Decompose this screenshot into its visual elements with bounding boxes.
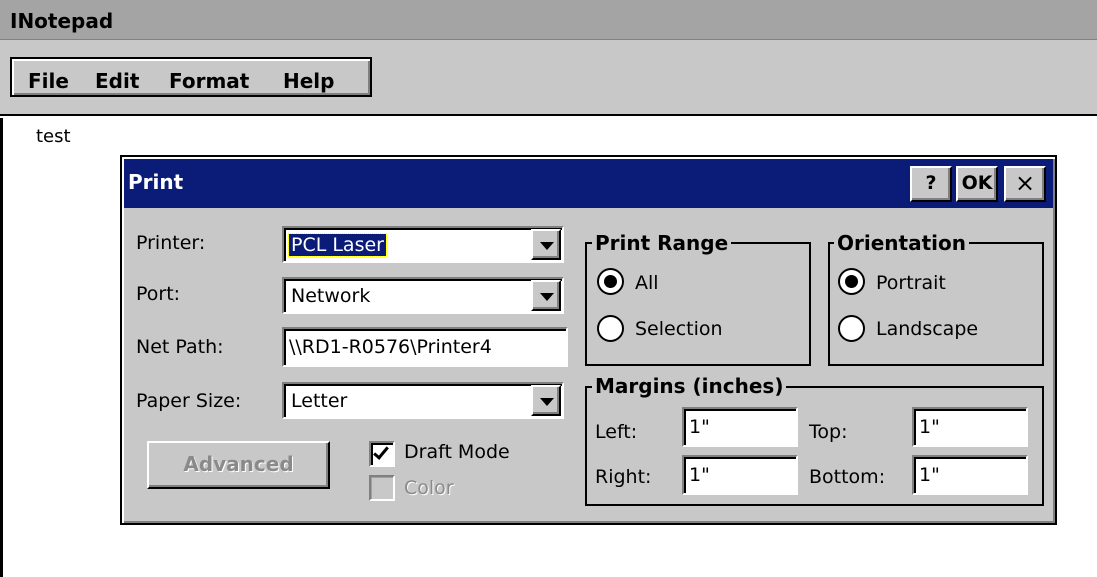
radio-portrait-label: Portrait	[876, 272, 946, 294]
paper-size-select[interactable]: Letter	[282, 382, 564, 419]
left-margin-value: 1"	[689, 416, 710, 438]
chevron-down-icon[interactable]	[531, 229, 561, 260]
radio-selection[interactable]	[597, 315, 624, 342]
chevron-down-icon[interactable]	[531, 385, 561, 416]
right-margin-input[interactable]: 1"	[682, 455, 798, 495]
menu-help[interactable]: Help	[283, 69, 334, 93]
radio-portrait[interactable]	[838, 268, 865, 295]
left-margin-label: Left:	[595, 421, 638, 443]
bottom-margin-input[interactable]: 1"	[912, 455, 1028, 495]
bottom-margin-label: Bottom:	[809, 466, 886, 488]
app-title: INotepad	[10, 9, 114, 33]
draft-mode-checkbox[interactable]	[369, 441, 395, 467]
port-label: Port:	[136, 283, 181, 305]
menu-format[interactable]: Format	[169, 69, 249, 93]
menu-container: File Edit Format Help	[10, 57, 372, 97]
ok-button[interactable]: OK	[956, 166, 998, 202]
app-titlebar	[0, 0, 1097, 40]
radio-all-label: All	[635, 272, 659, 294]
printer-select[interactable]: PCL Laser	[282, 226, 564, 263]
printer-value: PCL Laser	[288, 233, 387, 257]
radio-selection-label: Selection	[635, 318, 723, 340]
net-path-value: \\RD1-R0576\Printer4	[289, 336, 492, 358]
dialog-title: Print	[128, 170, 184, 194]
net-path-label: Net Path:	[136, 336, 224, 358]
radio-selected-dot	[845, 275, 858, 288]
top-margin-value: 1"	[919, 416, 940, 438]
menu-edit[interactable]: Edit	[95, 69, 139, 93]
top-margin-label: Top:	[809, 421, 848, 443]
print-range-group	[585, 242, 811, 366]
checkmark-icon	[373, 443, 389, 460]
radio-all[interactable]	[597, 268, 624, 295]
paper-size-value: Letter	[291, 390, 348, 412]
close-icon: ×	[1014, 169, 1036, 197]
bottom-margin-value: 1"	[919, 464, 940, 486]
right-margin-label: Right:	[595, 466, 652, 488]
left-margin-input[interactable]: 1"	[682, 407, 798, 447]
print-range-title: Print Range	[592, 231, 732, 255]
draft-mode-label: Draft Mode	[404, 441, 510, 463]
net-path-input[interactable]: \\RD1-R0576\Printer4	[282, 327, 568, 367]
menu-file[interactable]: File	[28, 69, 69, 93]
margins-title: Margins (inches)	[592, 374, 787, 398]
port-value: Network	[291, 285, 371, 307]
port-select[interactable]: Network	[282, 277, 564, 314]
radio-landscape[interactable]	[838, 315, 865, 342]
orientation-title: Orientation	[834, 231, 969, 255]
close-button[interactable]: ×	[1004, 166, 1046, 202]
help-button[interactable]: ?	[910, 166, 952, 202]
printer-label: Printer:	[136, 232, 206, 254]
document-text: test	[36, 126, 71, 147]
color-checkbox[interactable]	[369, 475, 395, 501]
chevron-down-icon[interactable]	[531, 280, 561, 311]
orientation-group	[828, 242, 1044, 366]
right-margin-value: 1"	[689, 464, 710, 486]
top-margin-input[interactable]: 1"	[912, 407, 1028, 447]
advanced-button[interactable]: Advanced	[147, 441, 330, 489]
radio-landscape-label: Landscape	[876, 318, 979, 340]
paper-size-label: Paper Size:	[136, 390, 242, 412]
radio-selected-dot	[604, 275, 617, 288]
color-label: Color	[404, 477, 454, 499]
